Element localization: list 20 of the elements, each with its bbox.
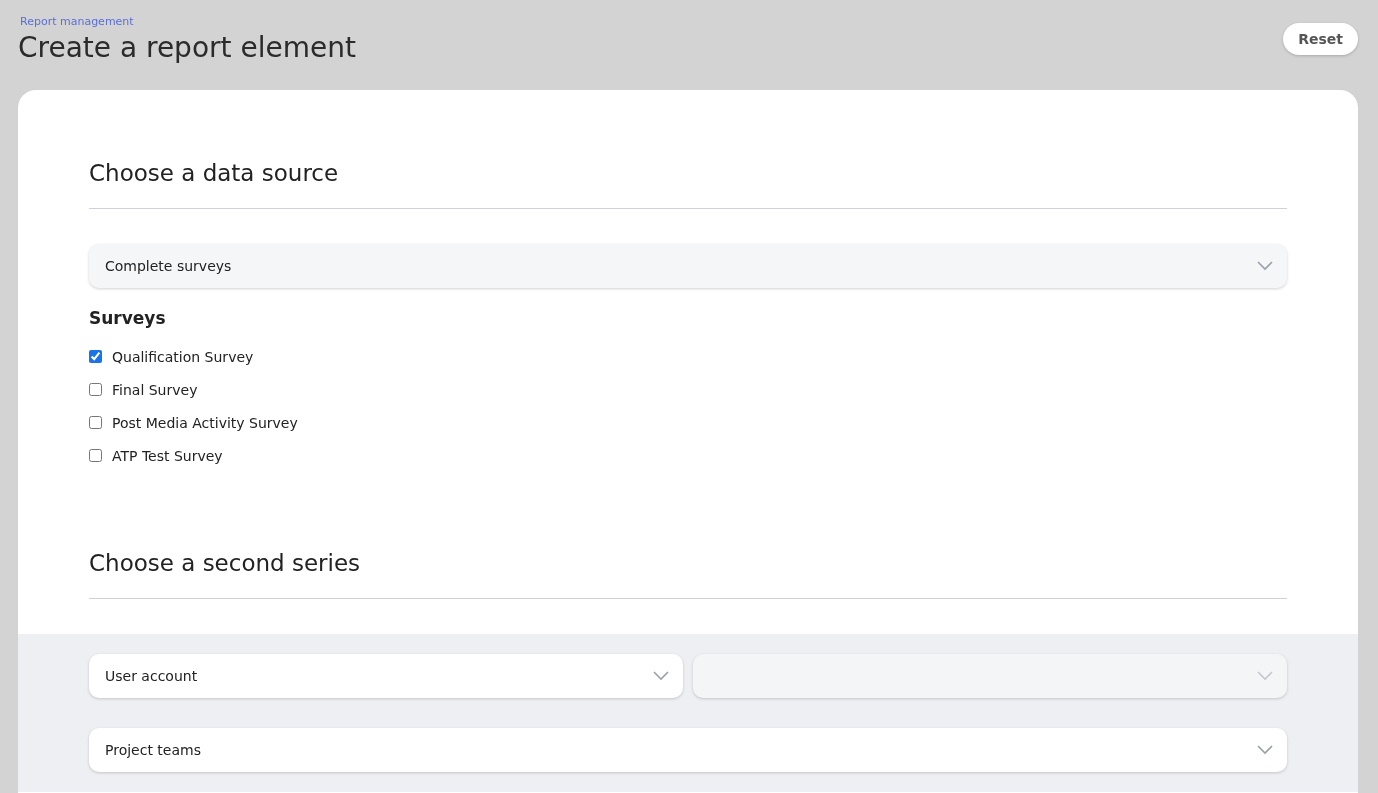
survey-checkbox[interactable]: [89, 350, 102, 363]
section-heading: Choose a second series: [89, 550, 362, 578]
survey-checkbox[interactable]: [89, 416, 102, 429]
survey-label: Final Survey: [112, 381, 198, 398]
chevron-down-icon: [653, 671, 669, 681]
chevron-down-icon: [1257, 671, 1273, 681]
chevron-down-icon: [1257, 745, 1273, 755]
page-title: Create a report element: [18, 31, 356, 64]
chevron-down-icon: [1257, 261, 1273, 271]
series-dropdown[interactable]: User account: [89, 654, 683, 698]
section-heading: Choose a data source: [89, 160, 340, 188]
series-dropdown[interactable]: Project teams: [89, 728, 1287, 772]
survey-label: ATP Test Survey: [112, 447, 223, 464]
survey-label: Qualification Survey: [112, 348, 254, 365]
data-source-dropdown[interactable]: Complete surveys: [89, 244, 1287, 288]
survey-label: Post Media Activity Survey: [112, 414, 298, 431]
reset-button[interactable]: Reset: [1283, 23, 1358, 55]
survey-checkbox[interactable]: [89, 449, 102, 462]
survey-checkbox[interactable]: [89, 383, 102, 396]
surveys-label: Surveys: [89, 308, 167, 328]
